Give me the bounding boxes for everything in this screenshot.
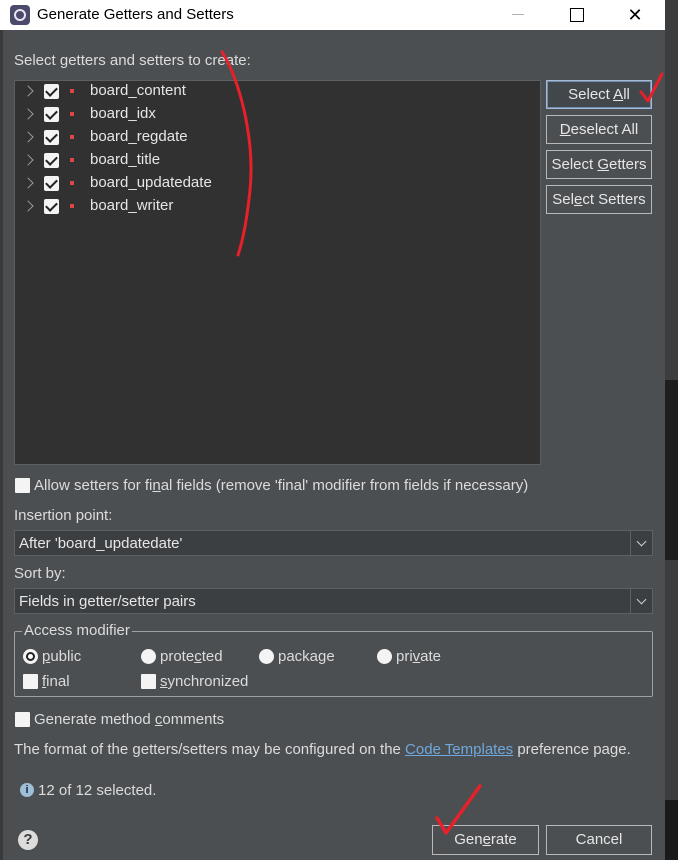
dialog-body: Select getters and setters to create: bo… [3,30,665,860]
protected-label: protected [160,648,223,665]
expand-chevron-icon[interactable] [22,131,34,143]
expand-chevron-icon[interactable] [22,85,34,97]
title-bar: Generate Getters and Setters ✕ [0,0,665,30]
format-text: The format of the getters/setters may be… [14,741,631,758]
final-checkbox[interactable] [23,674,38,689]
field-name: board_content [90,82,186,99]
private-field-icon [70,204,74,208]
package-label: package [278,648,335,665]
background-panel [665,800,678,860]
tree-row[interactable]: board_writer [15,196,540,219]
synchronized-checkbox[interactable] [141,674,156,689]
expand-chevron-icon[interactable] [22,200,34,212]
radio-package[interactable] [259,649,274,664]
field-checkbox[interactable] [44,84,59,99]
window-title: Generate Getters and Setters [37,6,234,23]
field-name: board_writer [90,197,174,214]
private-field-icon [70,181,74,185]
field-name: board_regdate [90,128,188,145]
select-label: Select getters and setters to create: [14,52,251,69]
select-setters-button[interactable]: Select Setters [546,185,652,214]
field-name: board_title [90,151,161,168]
access-modifier-group: Access modifier public protected package… [14,622,653,697]
code-templates-link[interactable]: Code Templates [405,741,513,758]
final-label: final [42,673,70,690]
fields-tree[interactable]: board_content board_idx board_regdate bo… [14,80,541,465]
insertion-point-select[interactable]: After 'board_updatedate' [14,530,653,556]
field-checkbox[interactable] [44,176,59,191]
radio-public[interactable] [23,649,38,664]
tree-row[interactable]: board_content [15,81,540,104]
tree-row[interactable]: board_regdate [15,127,540,150]
info-icon: i [20,783,34,797]
cancel-button[interactable]: Cancel [546,825,652,855]
expand-chevron-icon[interactable] [22,154,34,166]
select-getters-button[interactable]: Select Getters [546,150,652,179]
allow-final-label: Allow setters for final fields (remove '… [34,477,529,494]
eclipse-icon [10,5,30,25]
tree-row[interactable]: board_title [15,150,540,173]
field-checkbox[interactable] [44,130,59,145]
field-checkbox[interactable] [44,199,59,214]
radio-private[interactable] [377,649,392,664]
close-button[interactable]: ✕ [610,0,660,30]
generate-button[interactable]: Generate [432,825,539,855]
minimize-button[interactable] [493,0,543,30]
background-panel [665,380,678,560]
private-label: private [396,648,442,665]
insertion-point-value: After 'board_updatedate' [19,535,183,552]
allow-final-checkbox[interactable] [15,478,30,493]
select-all-button[interactable]: Select All [546,80,652,109]
generate-comments-label: Generate method comments [34,711,225,728]
selection-status: 12 of 12 selected. [38,782,157,799]
tree-row[interactable]: board_updatedate [15,173,540,196]
tree-row[interactable]: board_idx [15,104,540,127]
field-checkbox[interactable] [44,153,59,168]
chevron-down-icon[interactable] [630,589,652,613]
field-checkbox[interactable] [44,107,59,122]
access-modifier-legend: Access modifier [22,622,132,639]
background-editor-strip [665,0,678,860]
private-field-icon [70,158,74,162]
public-label: public [42,648,82,665]
maximize-button[interactable] [551,0,601,30]
field-name: board_idx [90,105,156,122]
radio-protected[interactable] [141,649,156,664]
field-name: board_updatedate [90,174,212,191]
chevron-down-icon[interactable] [630,531,652,555]
deselect-all-button[interactable]: Deselect All [546,115,652,144]
sort-by-label: Sort by: [14,565,66,582]
sort-by-value: Fields in getter/setter pairs [19,593,196,610]
expand-chevron-icon[interactable] [22,177,34,189]
private-field-icon [70,135,74,139]
expand-chevron-icon[interactable] [22,108,34,120]
private-field-icon [70,112,74,116]
synchronized-label: synchronized [160,673,249,690]
insertion-point-label: Insertion point: [14,507,113,524]
private-field-icon [70,89,74,93]
generate-comments-checkbox[interactable] [15,712,30,727]
sort-by-select[interactable]: Fields in getter/setter pairs [14,588,653,614]
help-icon[interactable]: ? [18,830,38,850]
